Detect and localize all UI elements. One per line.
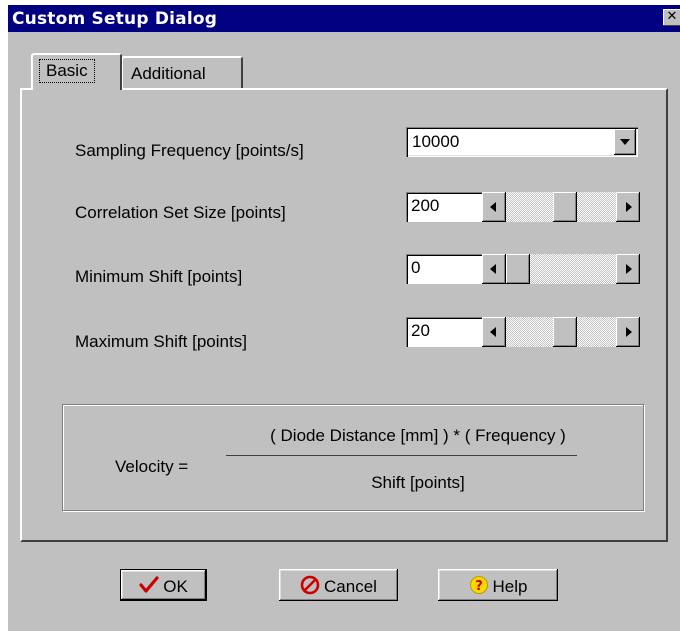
sampling-frequency-value: 10000 — [412, 132, 460, 151]
tab-additional-label: Additional — [131, 64, 206, 83]
svg-text:?: ? — [475, 579, 483, 594]
scroll-right-button[interactable] — [616, 254, 640, 284]
ok-label: OK — [163, 576, 188, 596]
help-label: Help — [492, 576, 528, 596]
slider-thumb[interactable] — [553, 317, 578, 347]
cancel-button[interactable]: Cancel — [279, 569, 398, 601]
minimum-shift-value: 0 — [411, 258, 421, 277]
checkmark-icon — [139, 576, 159, 599]
sampling-frequency-select[interactable]: 10000 — [406, 127, 638, 157]
minimum-shift-slider[interactable] — [482, 254, 640, 284]
fraction-bar — [226, 455, 577, 456]
arrow-right-icon — [626, 264, 632, 274]
tab-basic-label: Basic — [39, 59, 95, 83]
correlation-set-size-value: 200 — [411, 196, 440, 215]
minimum-shift-input[interactable]: 0 — [406, 254, 482, 284]
maximum-shift-input[interactable]: 20 — [406, 317, 482, 347]
tab-basic[interactable]: Basic — [31, 53, 122, 90]
formula-denominator: Shift [points] — [371, 473, 465, 492]
close-icon[interactable]: ✕ — [663, 9, 680, 26]
arrow-right-icon — [626, 327, 632, 337]
slider-thumb[interactable] — [506, 254, 530, 284]
question-icon: ? — [469, 575, 489, 600]
maximum-shift-label: Maximum Shift [points] — [75, 332, 247, 351]
slider-thumb[interactable] — [553, 192, 578, 222]
scroll-left-button[interactable] — [482, 254, 506, 284]
title-bar[interactable]: Custom Setup Dialog ✕ — [8, 5, 680, 32]
sampling-frequency-label: Sampling Frequency [points/s] — [75, 141, 304, 160]
dropdown-arrow-button[interactable] — [614, 129, 636, 155]
correlation-set-size-input[interactable]: 200 — [406, 192, 482, 222]
scroll-left-button[interactable] — [482, 317, 506, 347]
arrow-left-icon — [490, 327, 496, 337]
scroll-left-button[interactable] — [482, 192, 506, 222]
scroll-right-button[interactable] — [616, 192, 640, 222]
formula-numerator: ( Diode Distance [mm] ) * ( Frequency ) — [270, 426, 566, 445]
maximum-shift-slider[interactable] — [482, 317, 640, 347]
arrow-left-icon — [490, 202, 496, 212]
tab-additional[interactable]: Additional — [121, 56, 243, 88]
cancel-label: Cancel — [324, 576, 377, 596]
correlation-set-size-label: Correlation Set Size [points] — [75, 203, 286, 222]
arrow-right-icon — [626, 202, 632, 212]
prohibited-icon — [300, 575, 320, 600]
maximum-shift-value: 20 — [411, 321, 430, 340]
chevron-down-icon — [620, 139, 630, 145]
scroll-right-button[interactable] — [616, 317, 640, 347]
correlation-set-size-slider[interactable] — [482, 192, 640, 222]
velocity-formula-box: Velocity = ( Diode Distance [mm] ) * ( F… — [62, 404, 644, 511]
help-button[interactable]: ? Help — [438, 569, 558, 601]
minimum-shift-label: Minimum Shift [points] — [75, 267, 243, 286]
ok-button[interactable]: OK — [120, 569, 207, 601]
window-title: Custom Setup Dialog — [12, 9, 218, 29]
arrow-left-icon — [490, 264, 496, 274]
